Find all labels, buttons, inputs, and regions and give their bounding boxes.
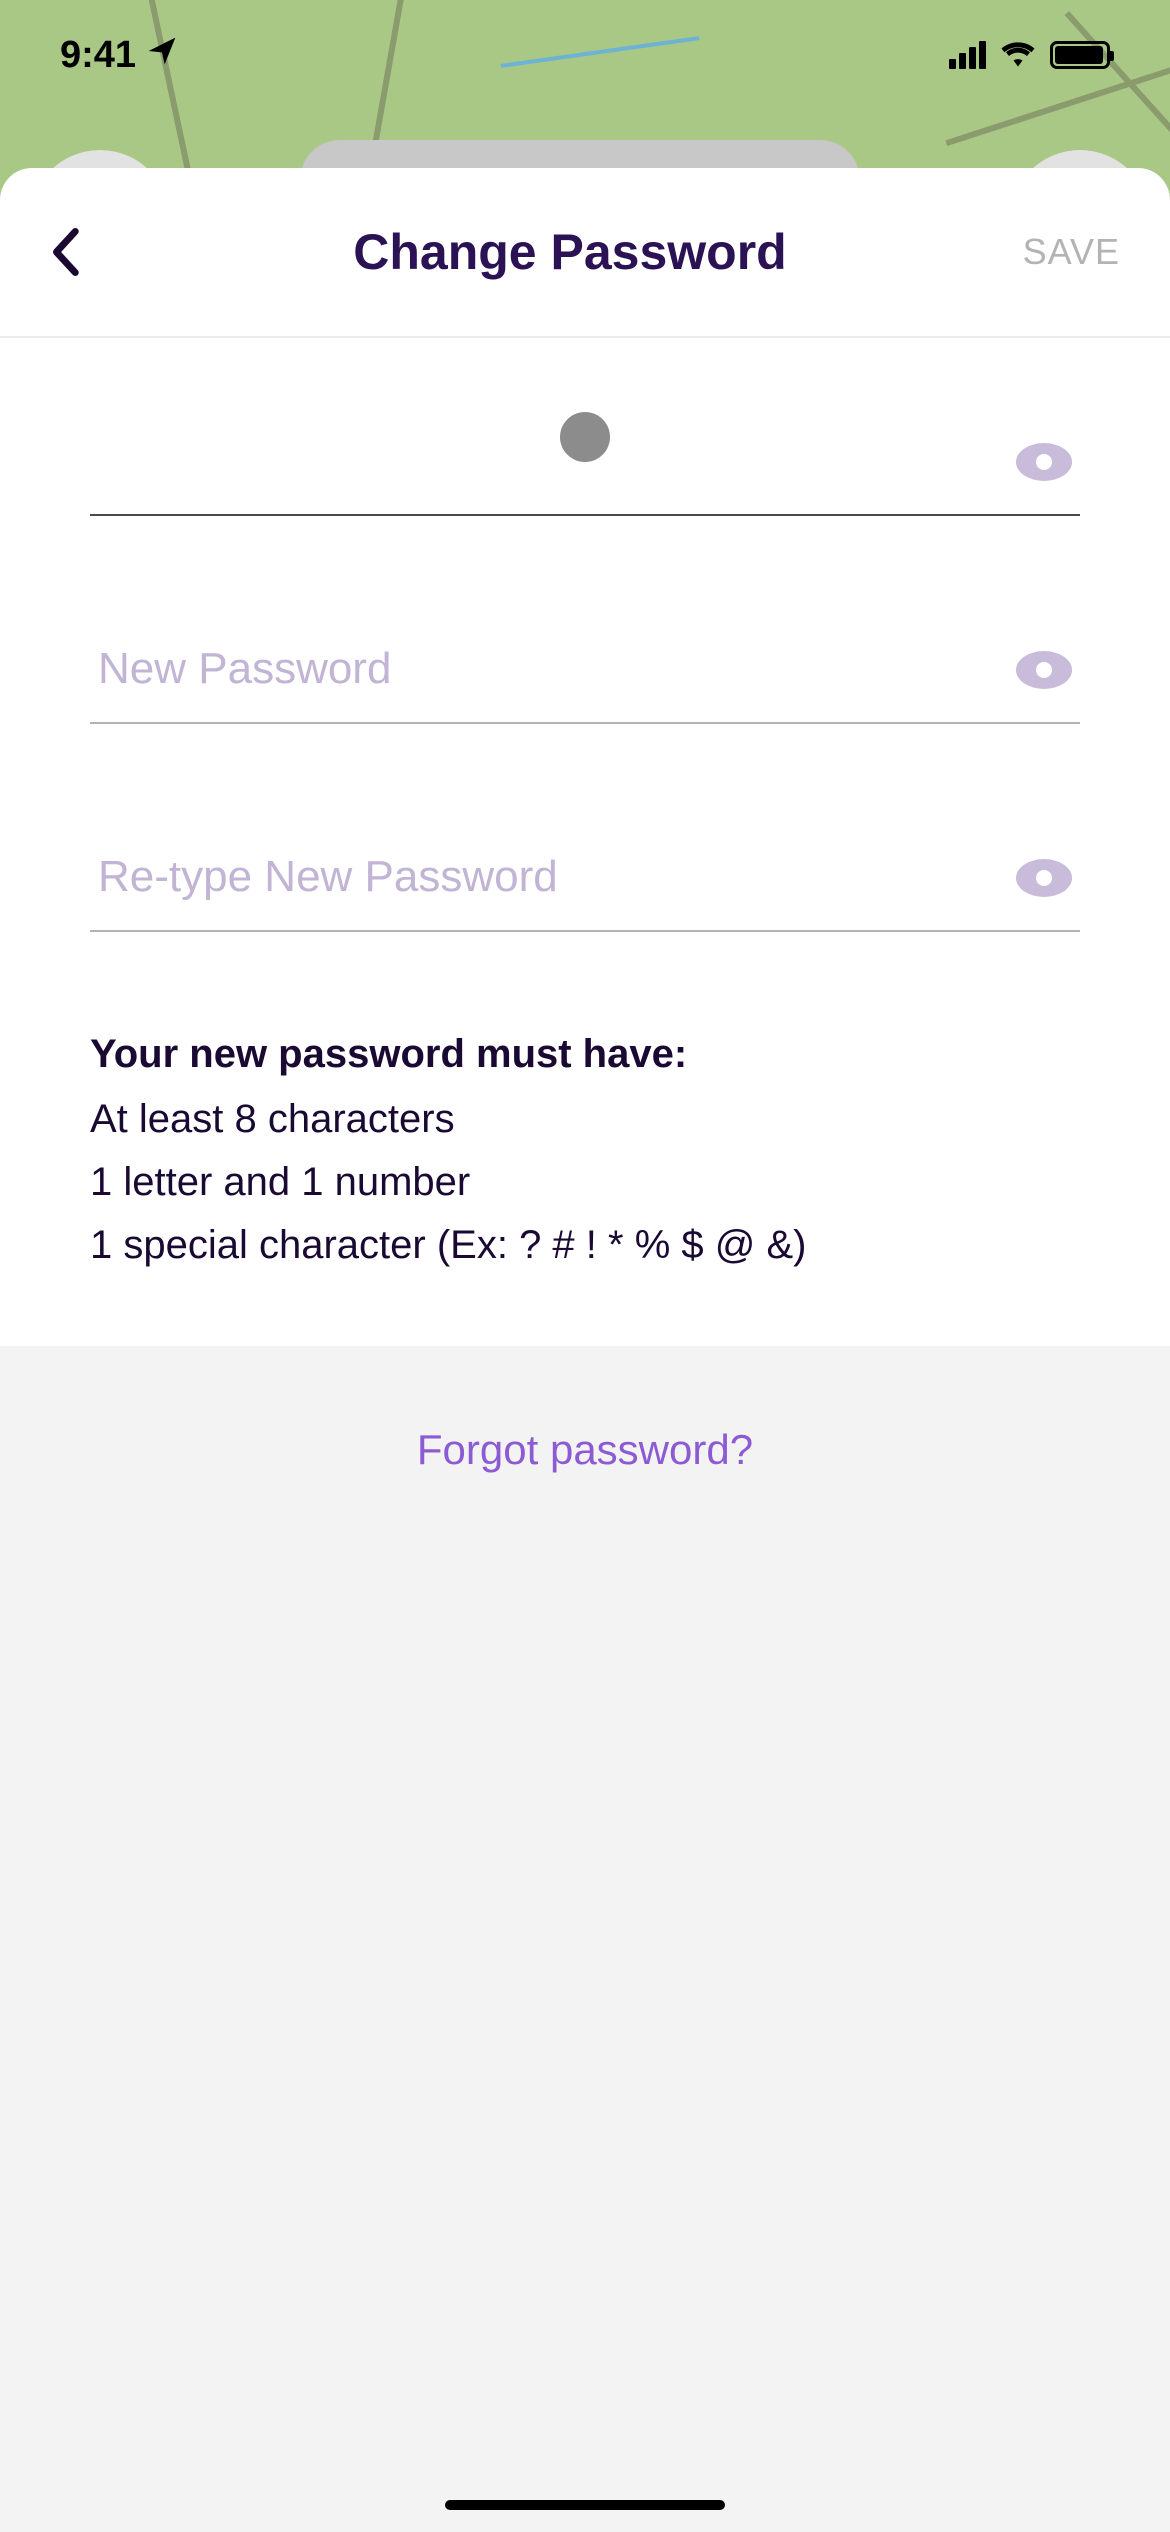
status-bar: 9:41 — [0, 0, 1170, 110]
time-label: 9:41 — [60, 34, 136, 77]
requirements-title: Your new password must have: — [90, 1032, 1060, 1077]
toggle-visibility-icon[interactable] — [1016, 651, 1072, 689]
forgot-password-link[interactable]: Forgot password? — [417, 1426, 753, 1473]
loading-dot — [560, 412, 610, 462]
password-form: Your new password must have: At least 8 … — [0, 338, 1170, 1346]
home-indicator[interactable] — [445, 2500, 725, 2510]
cellular-signal-icon — [949, 41, 986, 69]
page-title: Change Password — [120, 223, 1020, 281]
save-button[interactable]: SAVE — [1020, 231, 1120, 273]
new-password-input[interactable] — [90, 616, 1080, 724]
requirement-item: 1 special character (Ex: ? # ! * % $ @ &… — [90, 1223, 1060, 1268]
status-time: 9:41 — [60, 34, 178, 77]
battery-icon — [1050, 41, 1110, 69]
current-password-row — [90, 408, 1080, 516]
chevron-left-icon — [50, 228, 80, 276]
retype-password-input[interactable] — [90, 824, 1080, 932]
requirement-item: 1 letter and 1 number — [90, 1160, 1060, 1205]
toggle-visibility-icon[interactable] — [1016, 443, 1072, 481]
retype-password-row — [90, 824, 1080, 932]
footer-area: Forgot password? — [0, 1346, 1170, 2532]
toggle-visibility-icon[interactable] — [1016, 859, 1072, 897]
back-button[interactable] — [50, 217, 120, 287]
requirement-item: At least 8 characters — [90, 1097, 1060, 1142]
status-icons — [949, 39, 1110, 72]
sheet-header: Change Password SAVE — [0, 168, 1170, 338]
wifi-icon — [1000, 39, 1036, 72]
password-requirements: Your new password must have: At least 8 … — [90, 1032, 1080, 1268]
change-password-sheet: Change Password SAVE — [0, 168, 1170, 2532]
new-password-row — [90, 616, 1080, 724]
location-arrow-icon — [146, 34, 178, 77]
